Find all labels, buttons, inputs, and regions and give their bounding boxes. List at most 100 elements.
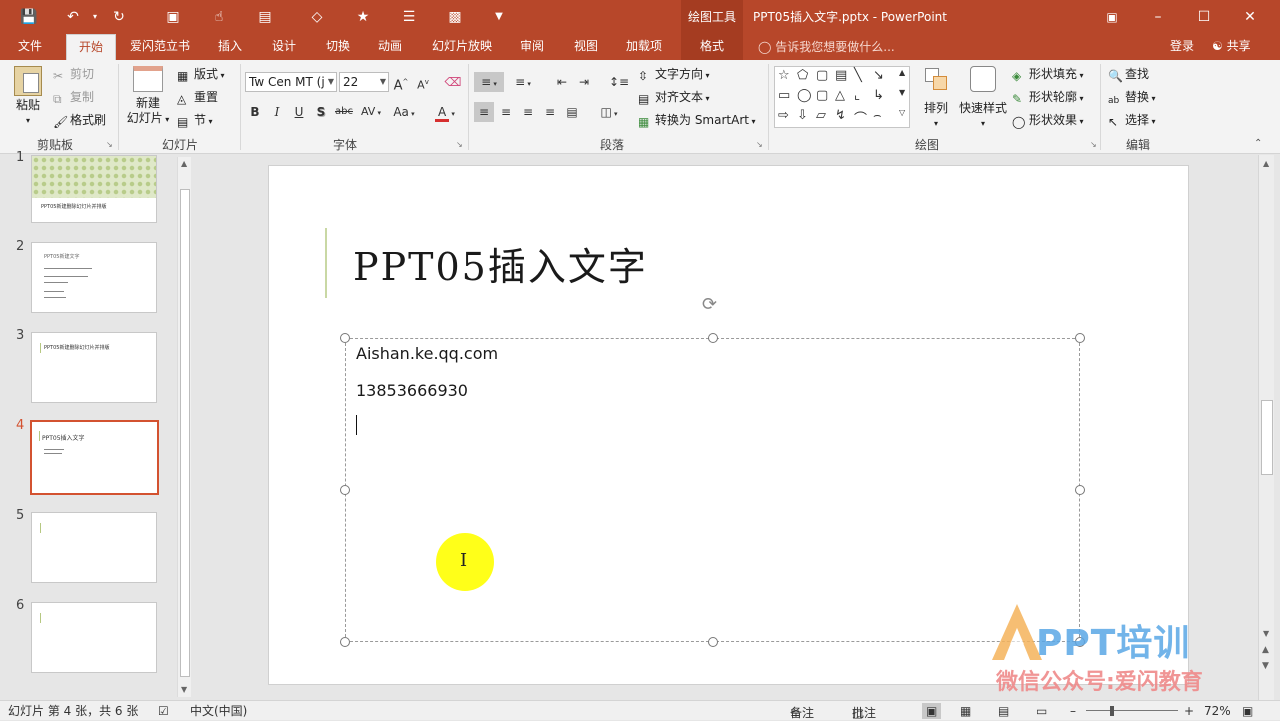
tab-home[interactable]: 开始 [66,34,116,60]
picture-icon[interactable]: ▩ [444,7,466,27]
textbox-shape-icon[interactable]: ▤ [835,68,847,83]
new-slide-dropdown-icon[interactable]: ▾ [163,115,169,124]
underline-button[interactable]: U [289,102,309,122]
scroll-up-icon[interactable]: ▲ [181,159,187,168]
rounded-rect-shape-icon[interactable]: ▢ [816,68,828,83]
scroll-down-icon[interactable]: ▼ [181,685,187,694]
ribbon-display-options-icon[interactable]: ▣ [1089,0,1135,34]
shadow-button[interactable]: S [311,102,331,122]
pentagon-shape-icon[interactable]: ⬠ [797,68,808,83]
gallery-up-icon[interactable]: ▲ [899,68,905,77]
align-center-icon[interactable]: ≡ [496,102,516,122]
zoom-out-icon[interactable]: – [1070,703,1076,719]
change-case-button[interactable]: Aa ▾ [389,102,419,122]
next-slide-icon[interactable]: ▼ [1262,661,1269,671]
customize-toolbar-icon[interactable]: ▼ [488,7,510,27]
cut-button[interactable]: ✂ 剪切 [53,65,94,83]
italic-button[interactable]: I [267,102,287,122]
find-button[interactable]: 🔍 查找 [1108,65,1149,83]
quick-styles-button[interactable]: 快速样式 ▾ [958,66,1008,131]
replace-button[interactable]: ab 替换 ▾ [1108,88,1156,108]
shape-fill-button[interactable]: ◈ 形状填充 ▾ [1012,65,1084,85]
zoom-slider-thumb[interactable] [1110,706,1114,716]
resize-handle-bottom[interactable] [708,637,718,647]
justify-icon[interactable]: ≡ [540,102,560,122]
fit-to-window-icon[interactable]: ▣ [1242,703,1253,719]
tab-review[interactable]: 审阅 [514,34,550,60]
editor-scrollbar[interactable]: ▲ ▼ ▲ ▼ [1258,155,1274,700]
gallery-down-icon[interactable]: ▼ [899,88,905,97]
connector-shape-icon[interactable]: ⌞ [854,88,860,103]
slide-canvas[interactable]: PPT05插入文字 ⟳ Aishan.ke.qq.com 13853666930… [268,165,1189,685]
zoom-slider[interactable] [1086,710,1178,711]
shapes-gallery[interactable]: ☆ ⬠ ▢ ▤ ╲ ↘ ▭ ◯ ▢ △ ⌞ ↳ ⇨ ⇩ ▱ ↯ ⌒ ⌢ ▲ ▼ … [774,66,910,128]
align-left-icon[interactable]: ≡ [474,102,494,122]
lightning-shape-icon[interactable]: ↯ [835,108,846,123]
text-direction-button[interactable]: ⇳ 文字方向 ▾ [638,65,710,85]
thumbnail-scrollbar[interactable]: ▲ ▼ [177,157,191,697]
tab-format[interactable]: 格式 [681,34,743,60]
shape-icon[interactable]: ◇ [306,7,328,27]
diagonal-line-shape-icon[interactable]: ╲ [854,68,862,83]
tab-file[interactable]: 文件 [12,34,48,60]
redo-icon[interactable]: ↻ [108,7,130,27]
paragraph-launcher-icon[interactable]: ↘ [756,140,763,149]
curve-shape-icon[interactable]: ⌒ [854,108,867,127]
drawing-launcher-icon[interactable]: ↘ [1090,140,1097,149]
share-button[interactable]: ☯ 共享 [1206,34,1257,60]
tab-aishan[interactable]: 爱闪范立书 [124,34,196,60]
scroll-down-icon[interactable]: ▼ [1263,629,1269,638]
save-icon[interactable]: 💾 [18,7,40,27]
section-button[interactable]: ▤ 节 ▾ [177,111,213,131]
slide-thumbnail-6[interactable] [31,602,157,673]
tab-animations[interactable]: 动画 [372,34,408,60]
format-painter-button[interactable]: 🖌 格式刷 [53,111,106,129]
zoom-level[interactable]: 72% [1204,703,1231,719]
slide-thumbnail-4-selected[interactable]: PPT05插入文字 [30,420,159,495]
thumbnail-scroll-thumb[interactable] [180,189,190,677]
maximize-icon[interactable]: ☐ [1181,0,1227,34]
undo-icon[interactable]: ↶ [62,7,84,27]
resize-handle-top-right[interactable] [1075,333,1085,343]
shape-effects-button[interactable]: ◯ 形状效果 ▾ [1012,111,1084,131]
tab-slideshow[interactable]: 幻灯片放映 [426,34,498,60]
rounded-rect-2-shape-icon[interactable]: ▢ [816,88,828,103]
text-box-line-2[interactable]: 13853666930 [356,381,468,400]
right-arrow-shape-icon[interactable]: ⇨ [778,108,789,123]
shape-outline-button[interactable]: ✎ 形状轮廓 ▾ [1012,88,1084,108]
oval-shape-icon[interactable]: ◯ [797,88,812,103]
columns-button[interactable]: ◫ ▾ [594,102,624,122]
slideshow-view-icon[interactable]: ▭ [1036,703,1047,719]
align-right-icon[interactable]: ≡ [518,102,538,122]
slide-thumbnail-1[interactable]: PPT05新建删除幻灯片并排版 [31,155,157,223]
flowchart-shape-icon[interactable]: ▱ [816,108,826,123]
numbering-button[interactable]: ≡ ▾ [508,72,538,92]
spellcheck-icon[interactable]: ☑ [158,703,169,719]
minimize-icon[interactable]: – [1135,0,1181,34]
resize-handle-bottom-left[interactable] [340,637,350,647]
slide-title[interactable]: PPT05插入文字 [353,236,648,291]
tab-insert[interactable]: 插入 [212,34,248,60]
select-button[interactable]: ↖ 选择 ▾ [1108,111,1156,131]
tab-design[interactable]: 设计 [266,34,302,60]
reset-button[interactable]: ◬ 重置 [177,88,218,106]
font-color-button[interactable]: A ▾ [430,102,460,122]
text-box-line-1[interactable]: Aishan.ke.qq.com [356,344,498,363]
strikethrough-button[interactable]: abc [333,102,355,122]
grow-font-button[interactable]: A^ [391,72,411,93]
slide-icon[interactable]: ▤ [254,7,276,27]
rotate-handle-icon[interactable]: ⟳ [702,294,717,315]
bullets-button[interactable]: ≡ ▾ [474,72,504,92]
close-icon[interactable]: ✕ [1227,0,1273,34]
normal-view-icon[interactable]: ▣ [922,703,942,719]
arrow-line-shape-icon[interactable]: ↘ [873,68,884,83]
resize-handle-right[interactable] [1075,485,1085,495]
language-indicator[interactable]: 中文(中国) [190,703,247,719]
increase-indent-icon[interactable]: ⇥ [574,72,594,92]
slide-sorter-icon[interactable]: ▦ [960,703,971,719]
align-icon[interactable]: ☰ [398,7,420,27]
previous-slide-icon[interactable]: ▲ [1262,645,1269,655]
font-launcher-icon[interactable]: ↘ [456,140,463,149]
copy-button[interactable]: ⧉ 复制 [53,88,94,106]
font-name-combo[interactable]: Tw Cen MT (j ▼ [245,72,337,92]
